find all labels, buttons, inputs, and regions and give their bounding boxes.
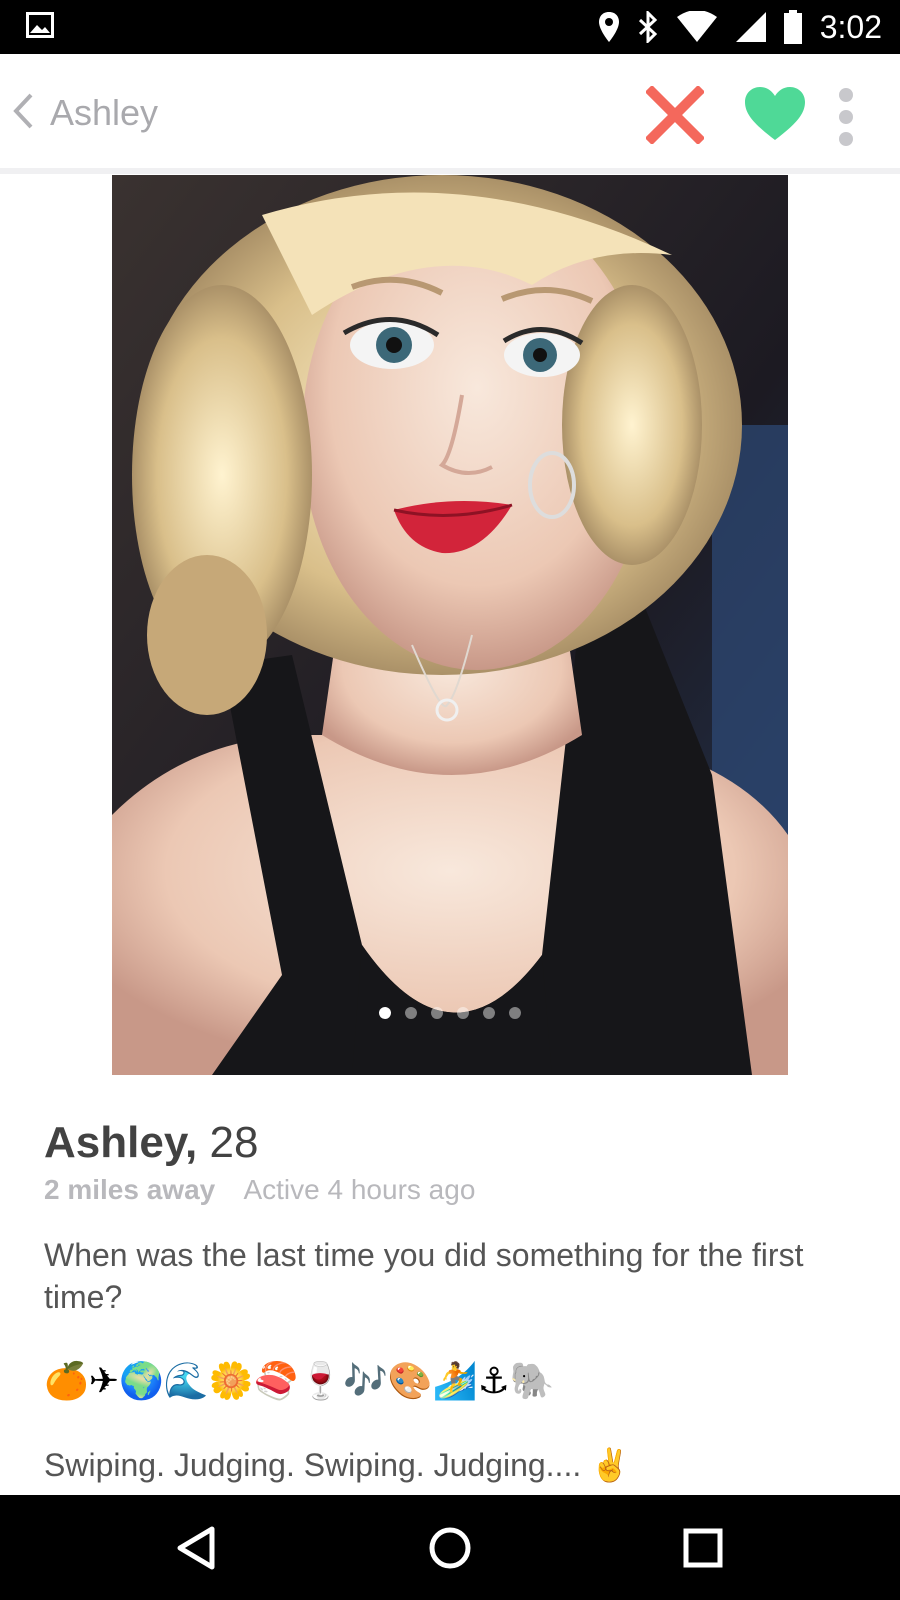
status-icons: 3:02	[598, 0, 882, 54]
profile-meta: 2 miles away Active 4 hours ago	[44, 1174, 475, 1206]
chevron-left-icon[interactable]	[12, 92, 34, 130]
pager-dot[interactable]	[431, 1007, 443, 1019]
profile-photo[interactable]	[112, 175, 788, 1075]
battery-icon	[783, 10, 802, 44]
distance-label: 2 miles away	[44, 1174, 216, 1205]
page-title: Ashley	[50, 92, 159, 133]
more-vertical-icon[interactable]	[836, 86, 856, 148]
gallery-icon	[26, 12, 54, 38]
profile-bio: When was the last time you did something…	[44, 1237, 804, 1315]
location-icon	[598, 12, 619, 42]
pager-dot[interactable]	[457, 1007, 469, 1019]
emoji-interests: 🍊✈🌍🌊🌼🍣🍷🎶🎨🏄⚓🐘	[44, 1361, 555, 1402]
close-icon[interactable]	[646, 86, 704, 144]
status-bar: 3:02	[0, 0, 900, 54]
clock: 3:02	[819, 8, 882, 45]
active-status: Active 4 hours ago	[243, 1174, 476, 1205]
profile-name: Ashley,	[44, 1118, 198, 1167]
back-triangle-icon[interactable]	[172, 1523, 222, 1573]
photo-pager	[112, 1007, 788, 1019]
heart-icon[interactable]	[744, 86, 806, 142]
profile-name-age: Ashley, 28	[44, 1118, 258, 1168]
profile-age: 28	[209, 1118, 259, 1167]
system-nav-bar	[0, 1495, 900, 1600]
pager-dot[interactable]	[483, 1007, 495, 1019]
signal-icon	[735, 12, 766, 42]
profile-header: Ashley	[0, 54, 900, 174]
profile-tagline: Swiping. Judging. Swiping. Judging.... ✌	[44, 1447, 630, 1483]
pager-dot[interactable]	[405, 1007, 417, 1019]
pager-dot[interactable]	[509, 1007, 521, 1019]
portrait-image	[112, 175, 788, 1075]
wifi-icon	[676, 11, 717, 42]
bluetooth-icon	[638, 11, 657, 43]
home-circle-icon[interactable]	[425, 1523, 475, 1573]
recents-square-icon[interactable]	[678, 1523, 728, 1573]
pager-dot[interactable]	[379, 1007, 391, 1019]
